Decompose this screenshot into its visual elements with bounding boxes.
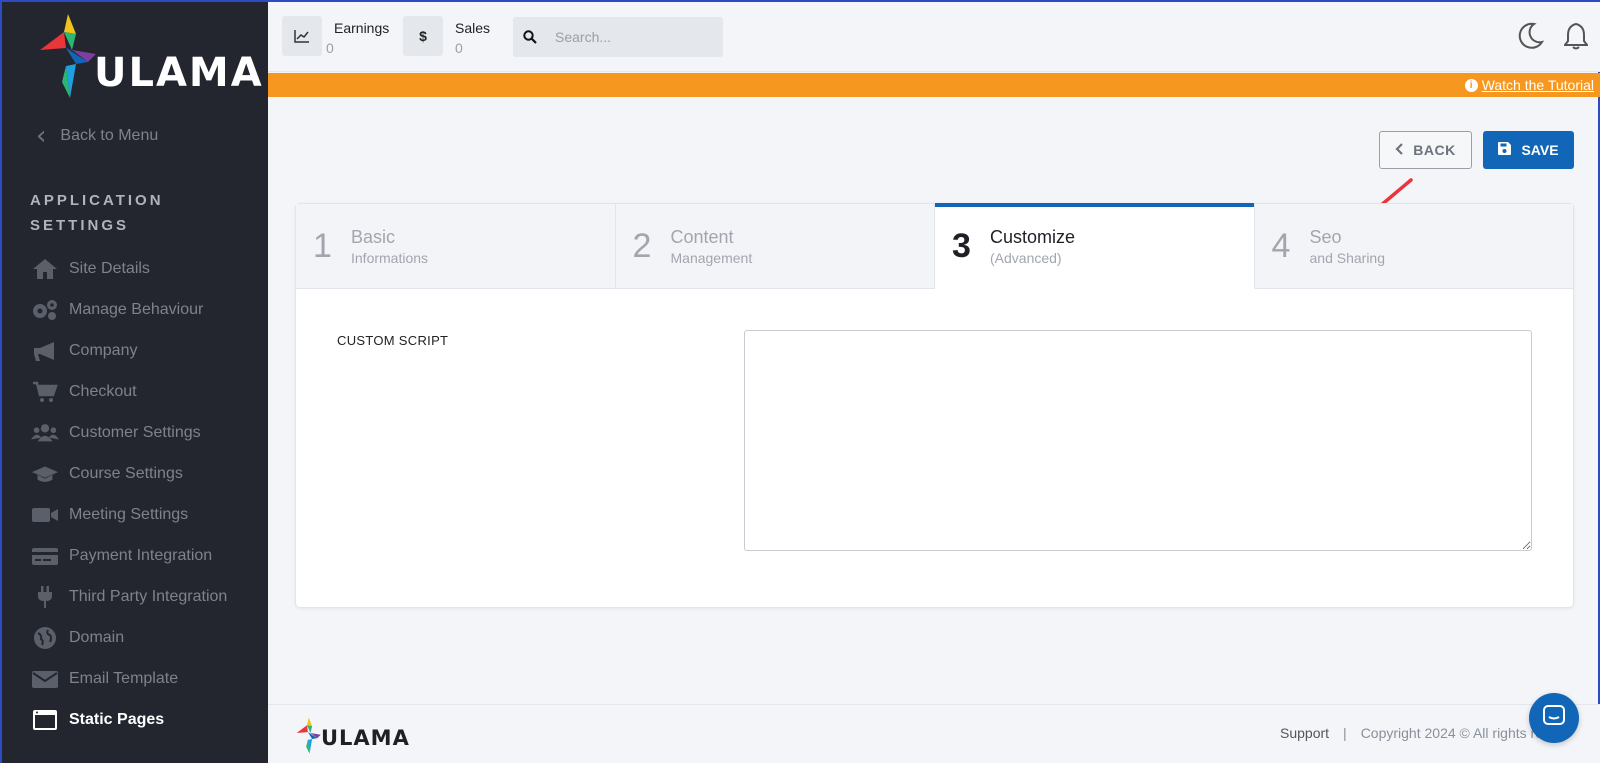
home-icon (31, 257, 59, 281)
sidebar-item-course-settings[interactable]: Course Settings (2, 453, 268, 494)
sidebar-item-checkout[interactable]: Checkout (2, 371, 268, 412)
globe-icon (31, 626, 59, 650)
megaphone-icon (31, 339, 59, 363)
brand-name: ULAMA (94, 50, 264, 96)
step-title: Basic (351, 226, 396, 247)
chevron-left-icon: ‹ (36, 121, 47, 151)
chevron-left-icon (1395, 142, 1404, 158)
sidebar-item-label: Manage Behaviour (69, 300, 204, 318)
sales-label: Sales (455, 20, 491, 36)
sidebar-item-label: Third Party Integration (69, 587, 228, 605)
sidebar-item-label: Customer Settings (69, 423, 201, 441)
earnings-value: 0 (326, 40, 334, 56)
sidebar-item-label: Payment Integration (69, 546, 213, 564)
sidebar-item-payment-integration[interactable]: Payment Integration (2, 535, 268, 576)
step-seo[interactable]: 4 Seo and Sharing (1254, 204, 1573, 289)
back-button-label: BACK (1413, 142, 1456, 158)
save-button-label: SAVE (1521, 142, 1559, 158)
custom-script-textarea[interactable] (744, 330, 1532, 551)
sidebar: ULAMA ‹ Back to Menu APPLICATION SETTING… (2, 2, 268, 763)
footer-brand-name: ULAMA (321, 726, 410, 750)
save-button[interactable]: SAVE (1483, 131, 1574, 169)
step-number: 1 (313, 226, 332, 265)
sidebar-item-domain[interactable]: Domain (2, 617, 268, 658)
step-subtitle: Informations (351, 249, 429, 266)
sidebar-nav: Site Details Manage Behaviour Company Ch… (2, 248, 268, 740)
search-box (513, 17, 723, 57)
floppy-disk-icon (1498, 142, 1512, 158)
step-content[interactable]: 2 Content Management (615, 204, 935, 289)
sidebar-item-manage-behaviour[interactable]: Manage Behaviour (2, 289, 268, 330)
info-icon: i (1464, 78, 1478, 92)
step-basic[interactable]: 1 Basic Informations (296, 204, 616, 289)
footer-logo: ULAMA (295, 715, 409, 755)
earnings-stat: Earnings 0 (282, 16, 389, 58)
chat-icon (1542, 704, 1566, 733)
sidebar-item-label: Domain (69, 628, 125, 646)
watch-tutorial-link[interactable]: Watch the Tutorial (1482, 77, 1594, 93)
envelope-icon (31, 667, 59, 691)
sidebar-item-label: Checkout (69, 382, 137, 400)
graduation-cap-icon (31, 462, 59, 486)
sidebar-item-meeting-settings[interactable]: Meeting Settings (2, 494, 268, 535)
sidebar-item-label: Site Details (69, 259, 150, 277)
moon-icon[interactable] (1518, 22, 1545, 55)
step-number: 4 (1271, 226, 1291, 265)
section-title: APPLICATION SETTINGS (30, 192, 164, 234)
copyright-text: Copyright 2024 © All rights res (1360, 725, 1550, 741)
sidebar-item-label: Company (69, 341, 138, 359)
step-number: 3 (952, 226, 971, 265)
back-to-menu-link[interactable]: ‹ Back to Menu (36, 123, 158, 149)
sidebar-item-label: Email Template (69, 669, 179, 687)
tutorial-banner: i Watch the Tutorial (268, 73, 1600, 97)
sidebar-item-label: Course Settings (69, 464, 183, 482)
users-icon (31, 421, 59, 445)
sidebar-item-label: Meeting Settings (69, 505, 189, 523)
step-title: Content (670, 226, 734, 247)
search-input[interactable] (555, 29, 715, 45)
sidebar-item-email-template[interactable]: Email Template (2, 658, 268, 699)
step-title: Seo (1309, 226, 1342, 247)
step-number: 2 (632, 226, 652, 265)
custom-script-label: CUSTOM SCRIPT (337, 333, 449, 348)
chart-line-icon (282, 16, 322, 56)
wizard-steps: 1 Basic Informations 2 Content Managemen… (296, 203, 1573, 289)
settings-card: 1 Basic Informations 2 Content Managemen… (295, 203, 1574, 608)
step-customize[interactable]: 3 Customize (Advanced) (935, 203, 1255, 289)
dollar-icon: $ (403, 16, 443, 56)
plug-icon (31, 585, 59, 609)
gears-icon (31, 298, 59, 322)
sidebar-item-label: Static Pages (69, 710, 165, 728)
footer: ULAMA Support | Copyright 2024 © All rig… (268, 704, 1600, 763)
back-button[interactable]: BACK (1379, 131, 1472, 169)
sidebar-item-third-party-integration[interactable]: Third Party Integration (2, 576, 268, 617)
video-icon (31, 503, 59, 527)
window-icon (31, 708, 59, 732)
search-icon (513, 30, 547, 44)
bell-icon[interactable] (1563, 22, 1589, 55)
footer-links: Support | Copyright 2024 © All rights re… (1280, 725, 1550, 741)
sales-value: 0 (455, 40, 463, 56)
sidebar-item-company[interactable]: Company (2, 330, 268, 371)
sales-stat: $ Sales 0 (403, 16, 490, 58)
brand-logo: ULAMA (36, 12, 262, 102)
chat-button[interactable] (1529, 693, 1579, 743)
step-title: Customize (990, 226, 1076, 247)
sidebar-item-static-pages[interactable]: Static Pages (2, 699, 268, 740)
earnings-label: Earnings (334, 20, 390, 36)
footer-separator: | (1343, 725, 1347, 741)
step-subtitle: Management (670, 249, 753, 266)
sidebar-item-customer-settings[interactable]: Customer Settings (2, 412, 268, 453)
sidebar-item-site-details[interactable]: Site Details (2, 248, 268, 289)
top-icons (1518, 22, 1589, 55)
back-to-menu-label: Back to Menu (60, 127, 159, 144)
step-subtitle: and Sharing (1309, 249, 1386, 266)
top-bar: Earnings 0 $ Sales 0 (268, 2, 1600, 72)
support-link[interactable]: Support (1280, 725, 1329, 741)
credit-card-icon (31, 544, 59, 568)
cart-icon (31, 380, 59, 404)
step-subtitle: (Advanced) (990, 249, 1062, 266)
